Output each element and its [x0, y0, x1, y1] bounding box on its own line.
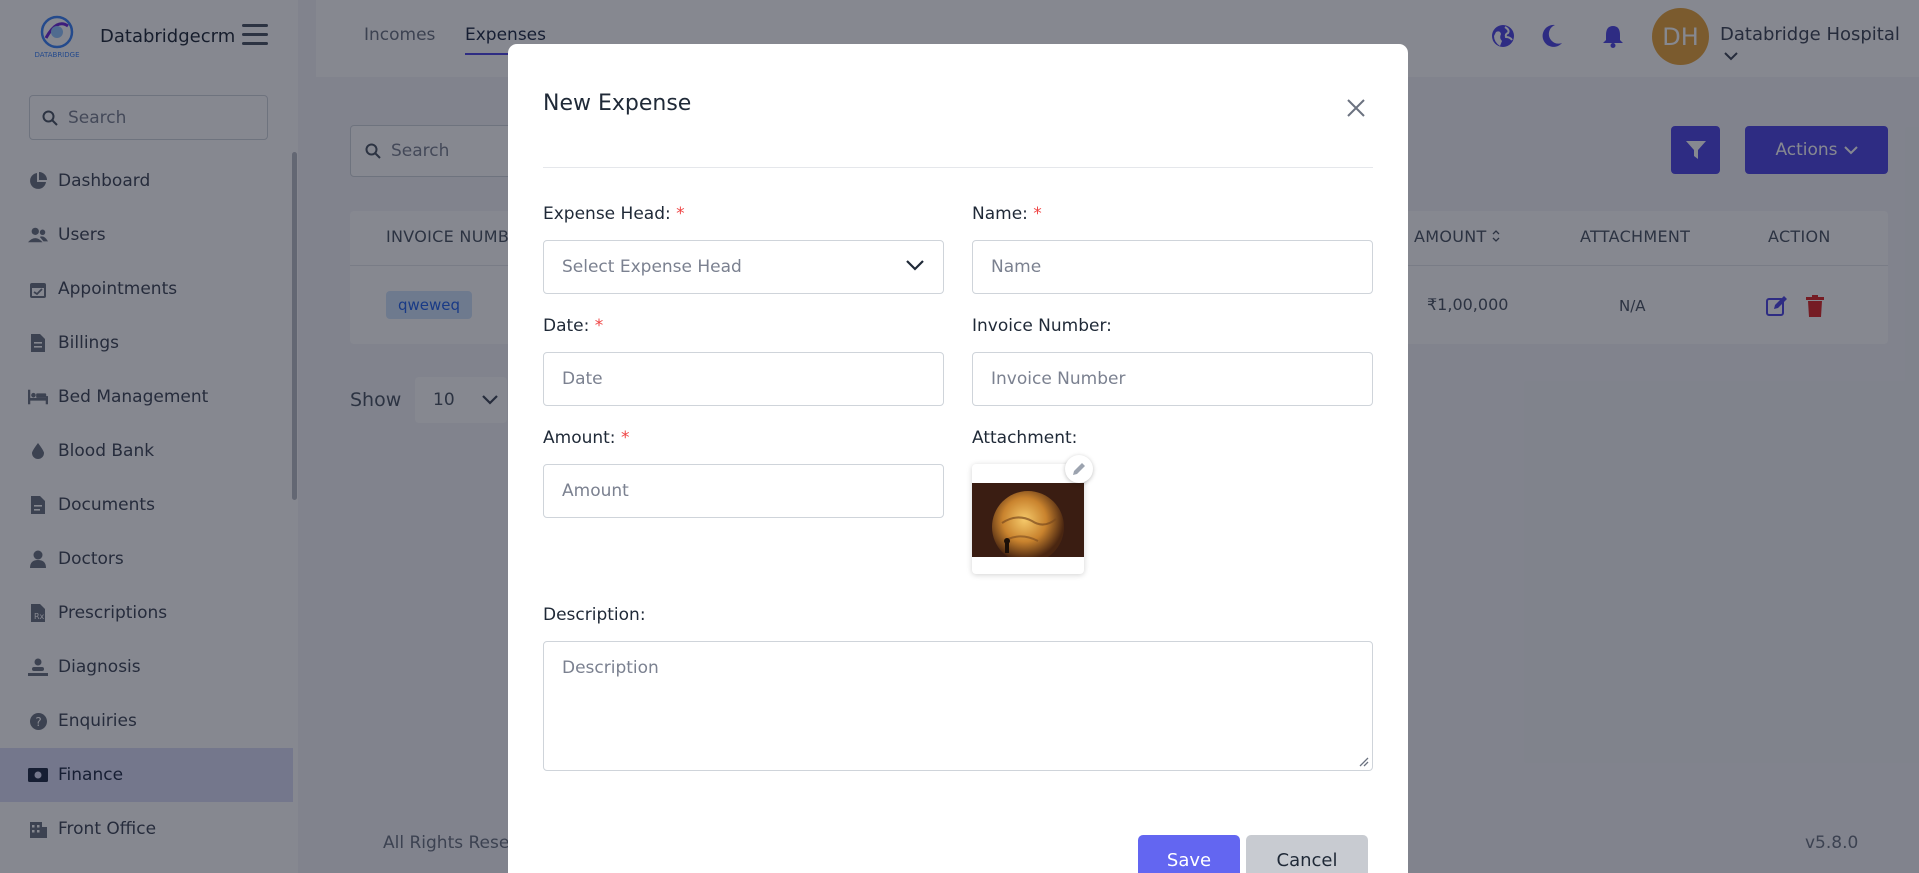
required-mark: *: [676, 204, 685, 224]
date-label: Date: *: [543, 316, 603, 336]
expense-head-label: Expense Head: *: [543, 204, 685, 224]
expense-head-label-text: Expense Head:: [543, 204, 671, 224]
attachment-thumbnail: [972, 483, 1084, 557]
invoice-number-placeholder: Invoice Number: [991, 369, 1126, 389]
name-label: Name: *: [972, 204, 1042, 224]
resize-grip-icon[interactable]: [1357, 755, 1369, 767]
expense-head-select[interactable]: Select Expense Head: [543, 240, 944, 294]
invoice-number-label: Invoice Number:: [972, 316, 1112, 336]
chevron-down-icon: [906, 260, 924, 271]
date-placeholder: Date: [562, 369, 603, 389]
required-mark: *: [1033, 204, 1042, 224]
name-input[interactable]: Name: [972, 240, 1373, 294]
invoice-number-input[interactable]: Invoice Number: [972, 352, 1373, 406]
edit-attachment-button[interactable]: [1065, 455, 1093, 483]
new-expense-modal: New Expense Expense Head: * Select Expen…: [508, 44, 1408, 873]
modal-divider: [543, 167, 1373, 168]
amount-label-text: Amount:: [543, 428, 616, 448]
required-mark: *: [594, 316, 604, 336]
amount-placeholder: Amount: [562, 481, 629, 501]
amount-label: Amount: *: [543, 428, 629, 448]
name-placeholder: Name: [991, 257, 1042, 277]
amount-input[interactable]: Amount: [543, 464, 944, 518]
date-label-text: Date:: [543, 316, 590, 336]
pencil-icon: [1073, 463, 1085, 475]
description-placeholder: Description: [562, 658, 659, 678]
name-label-text: Name:: [972, 204, 1028, 224]
required-mark: *: [620, 428, 630, 448]
attachment-label: Attachment:: [972, 428, 1078, 448]
close-icon[interactable]: [1344, 96, 1368, 120]
save-button[interactable]: Save: [1138, 835, 1240, 873]
modal-title: New Expense: [543, 91, 692, 116]
cancel-button[interactable]: Cancel: [1246, 835, 1368, 873]
expense-head-placeholder: Select Expense Head: [562, 257, 742, 277]
description-label: Description:: [543, 605, 646, 625]
date-input[interactable]: Date: [543, 352, 944, 406]
description-textarea[interactable]: Description: [543, 641, 1373, 771]
attachment-preview[interactable]: [972, 464, 1084, 574]
